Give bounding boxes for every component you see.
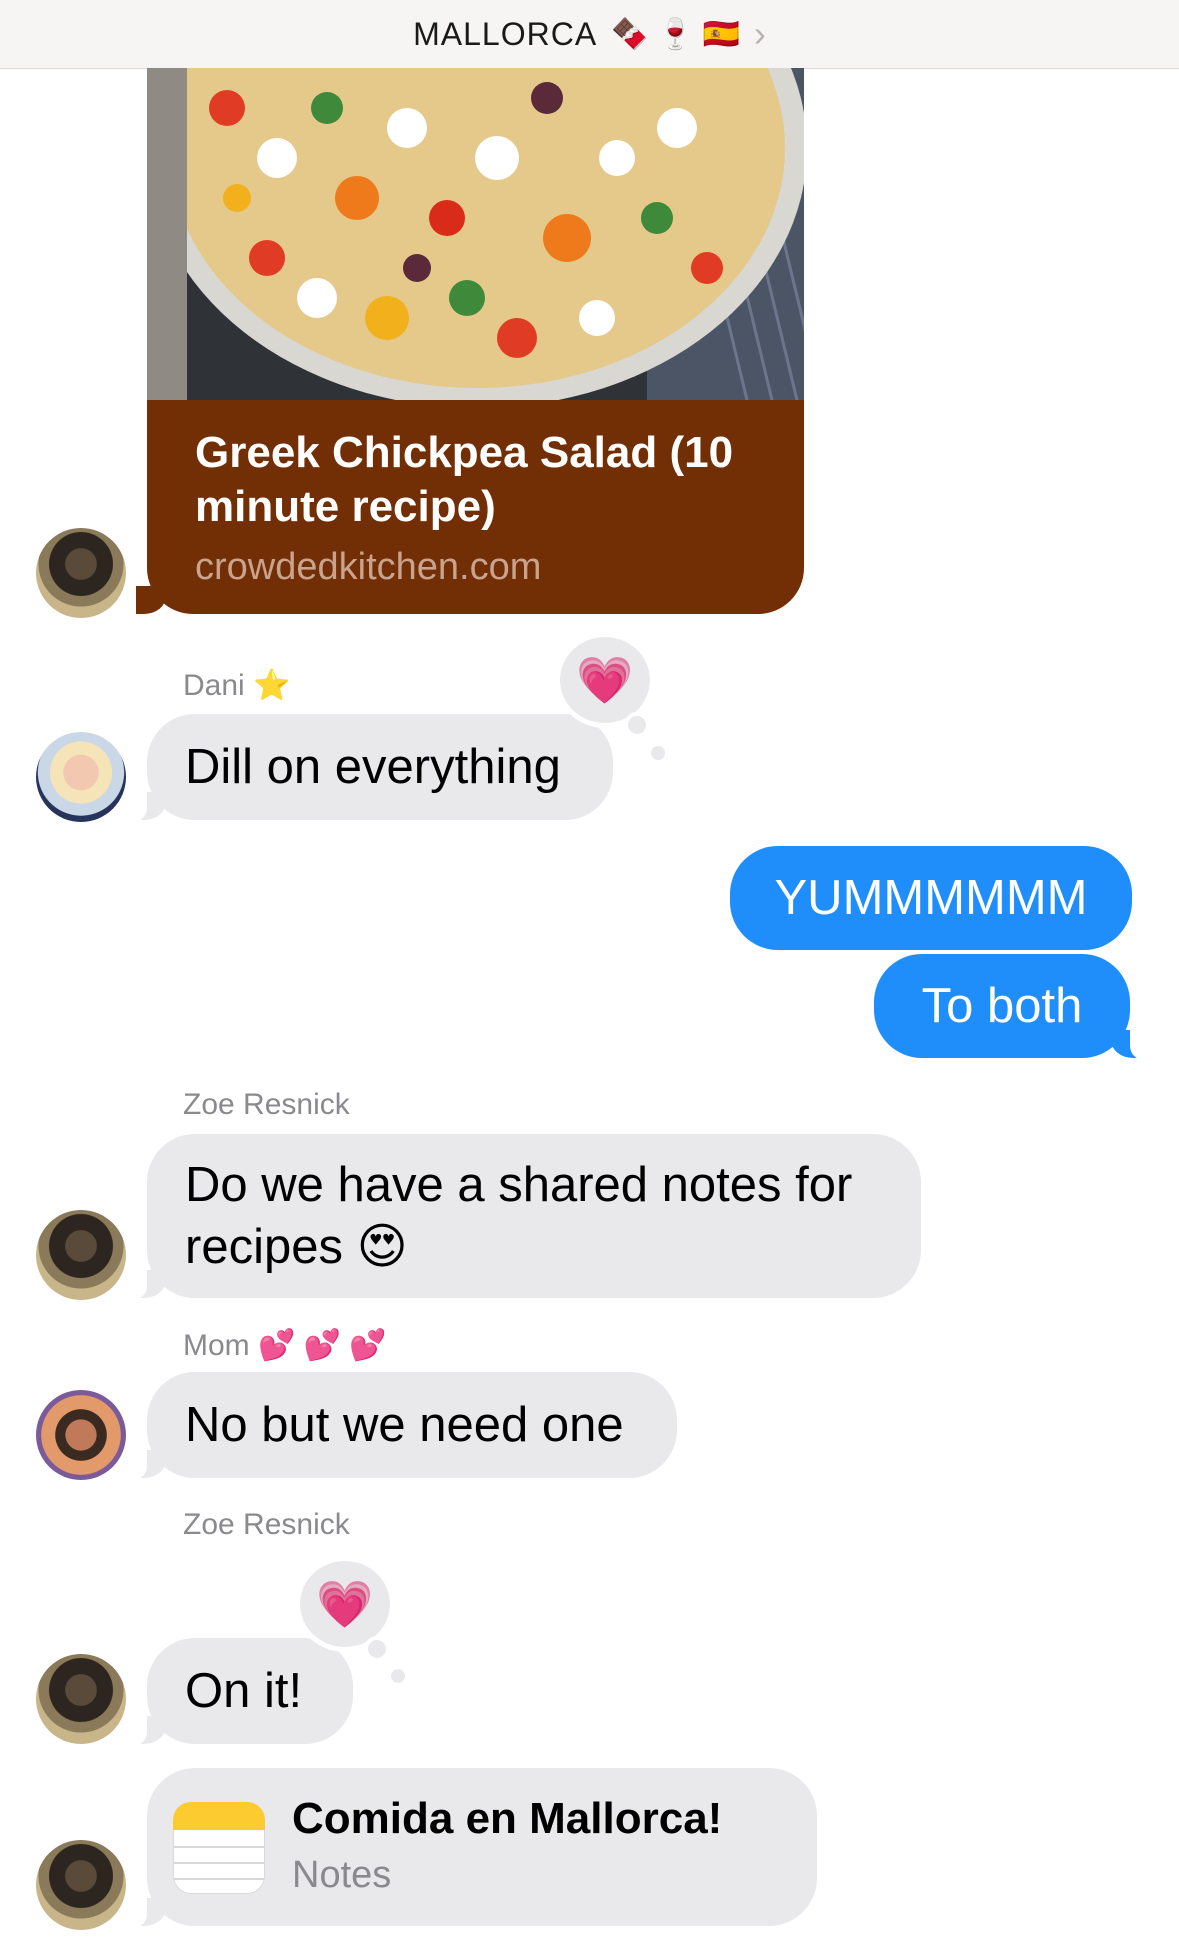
note-app-label: Notes <box>292 1854 392 1896</box>
avatar-mom[interactable] <box>36 1390 126 1480</box>
message-bubble[interactable]: No but we need one <box>127 1372 677 1480</box>
avatar-zoe[interactable] <box>36 528 126 618</box>
conversation-title[interactable]: MALLORCA <box>413 16 597 53</box>
salad-bowl-illustration <box>147 68 804 408</box>
chevron-right-icon[interactable]: › <box>754 13 766 55</box>
notes-attachment[interactable]: Comida en Mallorca! Notes <box>127 1768 817 1928</box>
message-text: To both <box>921 979 1083 1033</box>
tapback-dot <box>624 712 650 738</box>
conversation-emoji: 🍫 🍷 🇪🇸 <box>611 17 740 51</box>
message-text: On it! <box>185 1664 303 1718</box>
link-preview-title: Greek Chickpea Salad (10 minute recipe) <box>195 428 734 531</box>
sent-message-bubble[interactable]: To both <box>874 954 1150 1060</box>
message-text: No but we need one <box>185 1398 624 1452</box>
message-bubble[interactable]: Dill on everything <box>127 714 613 822</box>
sender-name: Mom 💕 💕 💕 <box>183 1329 387 1362</box>
sender-name: Zoe Resnick <box>183 1088 350 1121</box>
link-preview-footer[interactable]: Greek Chickpea Salad (10 minute recipe) … <box>147 400 804 614</box>
link-preview-card[interactable]: Greek Chickpea Salad (10 minute recipe) … <box>147 68 804 614</box>
link-preview-image[interactable] <box>147 68 804 408</box>
avatar-dani[interactable] <box>36 732 126 822</box>
sender-name: Dani ⭐ <box>183 669 291 702</box>
note-title: Comida en Mallorca! <box>292 1794 723 1843</box>
tapback-dot <box>651 746 665 760</box>
message-text: YUMMMMMM <box>774 871 1088 925</box>
notes-app-icon <box>173 1802 265 1894</box>
avatar-zoe[interactable] <box>36 1654 126 1744</box>
sender-name: Zoe Resnick <box>183 1508 350 1541</box>
message-bubble[interactable]: Do we have a shared notes for recipes 😍 <box>127 1134 921 1300</box>
avatar-zoe[interactable] <box>36 1840 126 1930</box>
conversation-header[interactable]: MALLORCA 🍫 🍷 🇪🇸 › <box>0 0 1179 69</box>
sent-message-bubble[interactable]: YUMMMMMM <box>730 846 1132 950</box>
message-bubble[interactable]: On it! <box>127 1638 353 1746</box>
link-preview-domain: crowdedkitchen.com <box>195 546 542 588</box>
message-text: Do we have a shared notes for recipes 😍 <box>185 1158 853 1274</box>
tapback-dot <box>391 1669 405 1683</box>
message-text: Dill on everything <box>185 740 561 794</box>
avatar-zoe[interactable] <box>36 1210 126 1300</box>
tapback-dot <box>364 1636 390 1662</box>
